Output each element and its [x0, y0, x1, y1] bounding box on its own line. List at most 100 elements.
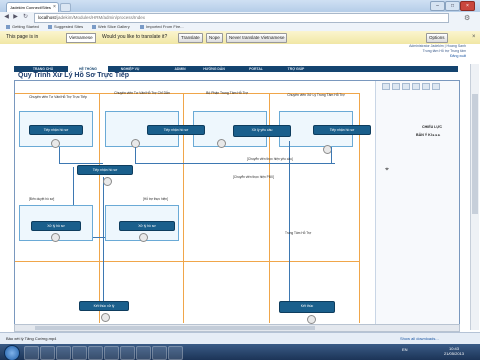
show-all-downloads-link[interactable]: Show all downloads...	[400, 336, 439, 341]
options-button[interactable]: Options	[426, 33, 448, 43]
flow-note: [Chuyển viên thực hiện PBX]	[233, 175, 274, 179]
folder-icon[interactable]	[56, 346, 71, 360]
scroll-thumb[interactable]	[472, 94, 478, 214]
language-indicator[interactable]: EN	[402, 347, 408, 352]
nav-item-portal[interactable]: PORTAL	[236, 66, 276, 72]
bookmark-item[interactable]: Web Slice Gallery	[92, 23, 130, 31]
explorer-icon[interactable]	[24, 346, 39, 360]
browser-titlebar: Jadekim Connect/Sites × – □ ×	[0, 0, 480, 13]
connector-circle[interactable]	[217, 139, 226, 148]
redo-icon[interactable]	[422, 83, 430, 90]
vertical-scrollbar[interactable]	[470, 64, 479, 330]
url-host: localhost	[38, 15, 56, 20]
back-icon[interactable]: ◀	[3, 14, 10, 21]
workflow-node[interactable]: Xử lý yêu cầu	[233, 125, 291, 137]
lane-divider	[15, 261, 359, 262]
translate-close-icon[interactable]: ×	[472, 34, 476, 41]
minimize-button[interactable]: –	[430, 1, 445, 11]
workflow-node[interactable]: Tiếp nhận hồ sơ	[29, 125, 83, 135]
zoom-in-icon[interactable]	[382, 83, 390, 90]
connector-line	[289, 141, 290, 307]
connector-circle[interactable]	[139, 233, 148, 242]
connector-circle[interactable]	[307, 315, 316, 324]
user-info: Administrator Jadekim | Hoang Sanh Trung…	[366, 44, 466, 59]
start-button-icon[interactable]	[4, 345, 20, 360]
url-path: /jadekim/Modules/HRM/admin/process/Index	[55, 15, 146, 20]
app-icon[interactable]	[120, 346, 135, 360]
nav-item-help[interactable]: TRỢ GIÚP	[276, 66, 316, 72]
diagram-sidebar: CHIẾU LỰC BẢN Ý KI ▸ ▸ ▸	[375, 81, 459, 325]
app-icon[interactable]	[104, 346, 119, 360]
flow-note: [Hỗ trợ thực hiện]	[143, 197, 168, 201]
firefox-icon[interactable]	[72, 346, 87, 360]
translate-bar: This page is in Vietnamese Would you lik…	[0, 31, 480, 45]
fit-icon[interactable]	[402, 83, 410, 90]
lane-divider	[99, 93, 100, 323]
workflow-node[interactable]: Tiếp nhận hồ sơ	[313, 125, 371, 135]
app-icon[interactable]	[168, 346, 183, 360]
tab-close-icon[interactable]: ×	[53, 4, 56, 10]
translate-question: Would you like to translate it?	[102, 34, 168, 40]
workflow-node[interactable]: Xử lý hồ sơ	[31, 221, 81, 231]
bookmark-item[interactable]: Imported From Fire...	[140, 23, 184, 31]
close-window-button[interactable]: ×	[460, 1, 475, 11]
workflow-node[interactable]: Tiếp nhận hồ sơ	[147, 125, 205, 135]
mouse-cursor-icon: ⌖	[385, 166, 389, 173]
workflow-node[interactable]: Kết thúc xử lý	[79, 301, 129, 311]
language-select[interactable]: Vietnamese	[66, 33, 96, 43]
wrench-icon[interactable]: ⚙	[464, 14, 470, 22]
connector-circle[interactable]	[103, 177, 112, 186]
workflow-diagram: Chuyên viên Tư Vấn/Hỗ Trợ Trực Tiếp Chuy…	[14, 80, 460, 326]
system-clock[interactable]: 10:43 21/05/2013	[444, 346, 464, 356]
side-value: BẢN Ý KI ▸ ▸ ▸	[416, 133, 441, 137]
connector-line	[331, 147, 332, 163]
side-title: CHIẾU LỰC	[422, 125, 442, 129]
scroll-thumb[interactable]	[35, 326, 315, 330]
forward-icon[interactable]: ▶	[12, 14, 19, 21]
clock-date: 21/05/2013	[444, 351, 465, 356]
lane-heading: Chuyên viên Xử Lý Trung Tâm Hỗ Trợ	[287, 93, 345, 97]
connector-circle[interactable]	[51, 233, 60, 242]
lane-heading: Chuyên viên Tư Vấn/Hỗ Trợ Trực Tiếp	[29, 95, 87, 99]
connector-line	[59, 163, 103, 164]
zoom-out-icon[interactable]	[392, 83, 400, 90]
lane-heading: Bộ Phận Trung Tâm Hỗ Trợ	[206, 91, 248, 95]
lane-label: Trung Tâm Hỗ Trợ	[285, 231, 312, 235]
connector-line	[59, 147, 60, 163]
connector-line	[103, 177, 104, 307]
translate-prefix: This page is in	[6, 34, 39, 40]
nope-button[interactable]: Nope	[206, 33, 223, 43]
never-translate-button[interactable]: Never translate Vietnamese	[226, 33, 288, 43]
page-title: Quy Trình Xử Lý Hồ Sơ Trực Tiếp	[18, 72, 130, 79]
workflow-node[interactable]: Tiếp nhận hồ sơ	[77, 165, 133, 175]
lane-heading: Chuyên viên Tư Vấn/Hỗ Trợ Chỉ Dẫn	[114, 91, 170, 95]
taskbar: EN 10:43 21/05/2013	[0, 344, 480, 360]
flow-note: [Chuyển viên thực hiện yêu cầu]	[247, 157, 293, 161]
app-icon[interactable]	[136, 346, 151, 360]
tab-title: Jadekim Connect/Sites	[10, 5, 51, 10]
url-input[interactable]: localhost/jadekim/Modules/HRM/admin/proc…	[34, 13, 449, 23]
logout-link[interactable]: Đăng xuất	[366, 54, 466, 59]
app-icon[interactable]	[152, 346, 167, 360]
undo-icon[interactable]	[412, 83, 420, 90]
workflow-node[interactable]: Xử lý hồ sơ	[119, 221, 175, 231]
chrome-icon[interactable]	[88, 346, 103, 360]
connector-circle[interactable]	[101, 313, 110, 322]
app-header: Administrator Jadekim | Hoang Sanh Trung…	[0, 44, 480, 64]
print-icon[interactable]	[432, 83, 440, 90]
connector-line	[135, 147, 136, 163]
workflow-node[interactable]: Kết thúc	[279, 301, 335, 313]
bookmark-item[interactable]: Suggested Sites	[48, 23, 83, 31]
bookmark-item[interactable]: Getting Started	[6, 23, 39, 31]
reload-icon[interactable]: ↻	[22, 14, 29, 21]
flow-note: [Đến duyệt hồ sơ]	[29, 197, 55, 201]
new-tab-button[interactable]	[60, 3, 71, 12]
nav-item-guide[interactable]: HƯỚNG DẪN	[192, 66, 236, 72]
maximize-button[interactable]: □	[445, 1, 460, 11]
horizontal-scrollbar[interactable]	[14, 324, 460, 332]
translate-button[interactable]: Translate	[178, 33, 203, 43]
download-item[interactable]: Bảo xét lý Tăng Cường.mp4	[6, 336, 56, 341]
media-player-icon[interactable]	[40, 346, 55, 360]
connector-line	[135, 163, 335, 164]
screen: Jadekim Connect/Sites × – □ × ◀ ▶ ↻ loca…	[0, 0, 480, 360]
